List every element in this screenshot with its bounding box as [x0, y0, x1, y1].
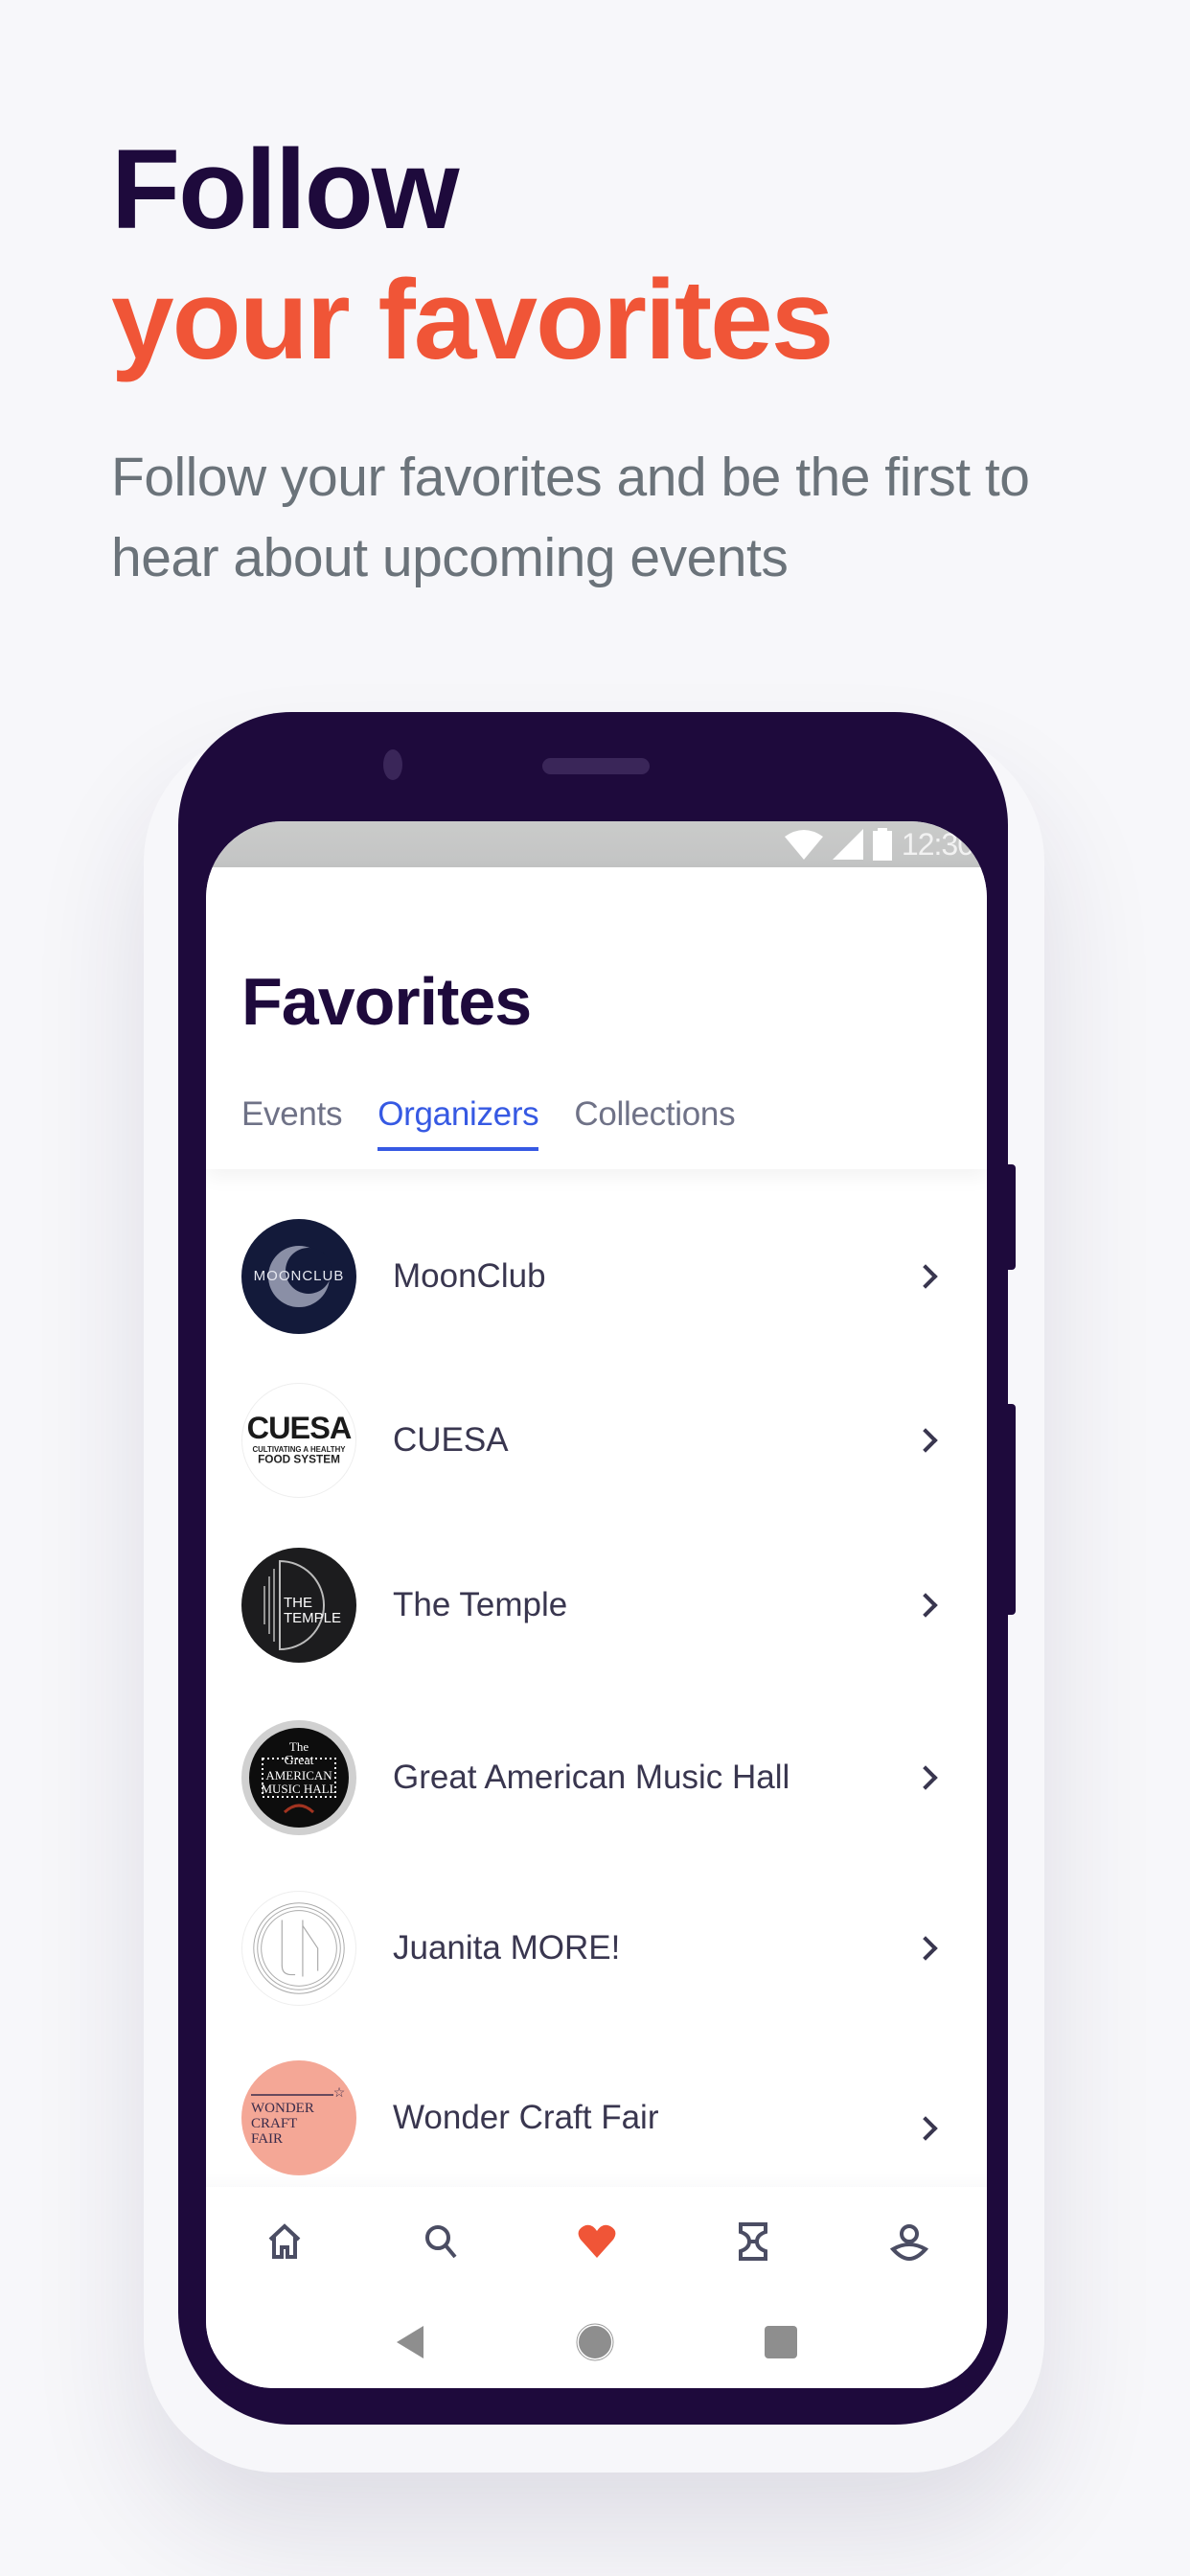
profile-icon: [889, 2223, 928, 2261]
chevron-right-icon: [913, 1765, 938, 1790]
search-icon: [424, 2224, 457, 2258]
organizer-name: Great American Music Hall: [393, 1759, 790, 1796]
star-icon: ☆: [333, 2084, 346, 2100]
home-icon: [268, 2222, 300, 2259]
juanita-more-logo: [241, 1891, 356, 2006]
wonder-craft-fair-logo: ☆ WONDER CRAFT FAIR: [241, 2060, 356, 2175]
temple-logo-text: THE: [284, 1595, 312, 1611]
power-button: [1008, 1404, 1016, 1615]
heart-icon: [578, 2224, 615, 2258]
the-temple-logo: THE TEMPLE: [241, 1548, 356, 1663]
moonclub-logo-text: MOONCLUB: [254, 1268, 345, 1284]
wonder-logo-text-1: WONDER: [251, 2101, 314, 2116]
chevron-right-icon: [913, 1593, 938, 1618]
bottom-nav: [206, 2187, 987, 2296]
home-circle-icon[interactable]: [576, 2323, 614, 2361]
cuesa-logo-text: CUESA: [247, 1411, 352, 1445]
nav-favorites[interactable]: [568, 2213, 626, 2270]
back-icon[interactable]: [396, 2325, 425, 2358]
tab-bar: Events Organizers Collections: [241, 1095, 770, 1151]
chevron-right-icon: [913, 1936, 938, 1961]
volume-button: [1008, 1164, 1016, 1270]
wonder-logo-text-3: FAIR: [251, 2131, 283, 2147]
gamh-logo: The Great AMERICAN MUSIC HALL: [241, 1720, 356, 1835]
nav-home[interactable]: [256, 2213, 313, 2270]
ticket-icon: [738, 2221, 767, 2261]
status-time: 12:30: [901, 826, 974, 862]
tab-collections[interactable]: Collections: [574, 1095, 735, 1151]
nav-profile[interactable]: [881, 2213, 938, 2270]
camera-icon: [383, 749, 402, 780]
status-bar: 12:30: [206, 821, 987, 867]
organizer-name: MoonClub: [393, 1257, 546, 1295]
wonder-logo-text-2: CRAFT: [251, 2116, 297, 2131]
moonclub-logo: MOONCLUB: [241, 1219, 356, 1334]
chevron-right-icon: [913, 1264, 938, 1289]
tab-events[interactable]: Events: [241, 1095, 343, 1151]
chevron-right-icon: [913, 2116, 938, 2141]
organizer-name: Wonder Craft Fair: [393, 2099, 659, 2136]
hero-title-line1: Follow: [111, 126, 460, 253]
organizer-row-juanita-more[interactable]: Juanita MORE!: [206, 1876, 987, 2020]
organizer-name: The Temple: [393, 1586, 568, 1623]
organizer-row-moonclub[interactable]: MOONCLUB MoonClub: [206, 1205, 987, 1348]
hero-title: Follow your favorites: [111, 125, 834, 385]
tab-organizers[interactable]: Organizers: [378, 1095, 539, 1151]
temple-logo-text-2: TEMPLE: [284, 1610, 341, 1626]
nav-tickets[interactable]: [724, 2213, 782, 2270]
organizer-row-cuesa[interactable]: CUESA CULTIVATING A HEALTHY FOOD SYSTEM …: [206, 1368, 987, 1512]
nav-search[interactable]: [412, 2213, 469, 2270]
gamh-logo-text-3: AMERICAN: [265, 1768, 332, 1782]
organizer-name: Juanita MORE!: [393, 1929, 621, 1966]
system-nav-bar: [206, 2295, 987, 2388]
chevron-right-icon: [913, 1428, 938, 1453]
cuesa-logo-subtext-2: FOOD SYSTEM: [258, 1453, 340, 1466]
speaker-grille: [542, 758, 650, 774]
gamh-logo-text-4: MUSIC HALL: [261, 1782, 336, 1796]
cuesa-logo: CUESA CULTIVATING A HEALTHY FOOD SYSTEM: [241, 1383, 356, 1498]
gamh-logo-text-2: Great: [284, 1754, 313, 1768]
page-title: Favorites: [241, 964, 532, 1039]
hero-title-line2: your favorites: [111, 257, 834, 383]
recents-icon[interactable]: [764, 2325, 797, 2358]
wifi-icon: [784, 830, 823, 860]
organizer-row-the-temple[interactable]: THE TEMPLE The Temple: [206, 1533, 987, 1677]
organizer-row-great-american-music-hall[interactable]: The Great AMERICAN MUSIC HALL Great Amer…: [206, 1706, 987, 1850]
organizer-row-wonder-craft-fair[interactable]: ☆ WONDER CRAFT FAIR Wonder Craft Fair: [206, 2046, 987, 2190]
phone-screen: 12:30 Favorites Events Organizers Collec…: [206, 821, 987, 2388]
signal-icon: [832, 829, 863, 860]
battery-icon: [872, 828, 892, 861]
page-header: Favorites Events Organizers Collections: [206, 867, 987, 1169]
gamh-logo-text-1: The: [289, 1739, 309, 1754]
organizer-name: CUESA: [393, 1421, 509, 1459]
hero-subtitle: Follow your favorites and be the first t…: [111, 447, 1030, 588]
